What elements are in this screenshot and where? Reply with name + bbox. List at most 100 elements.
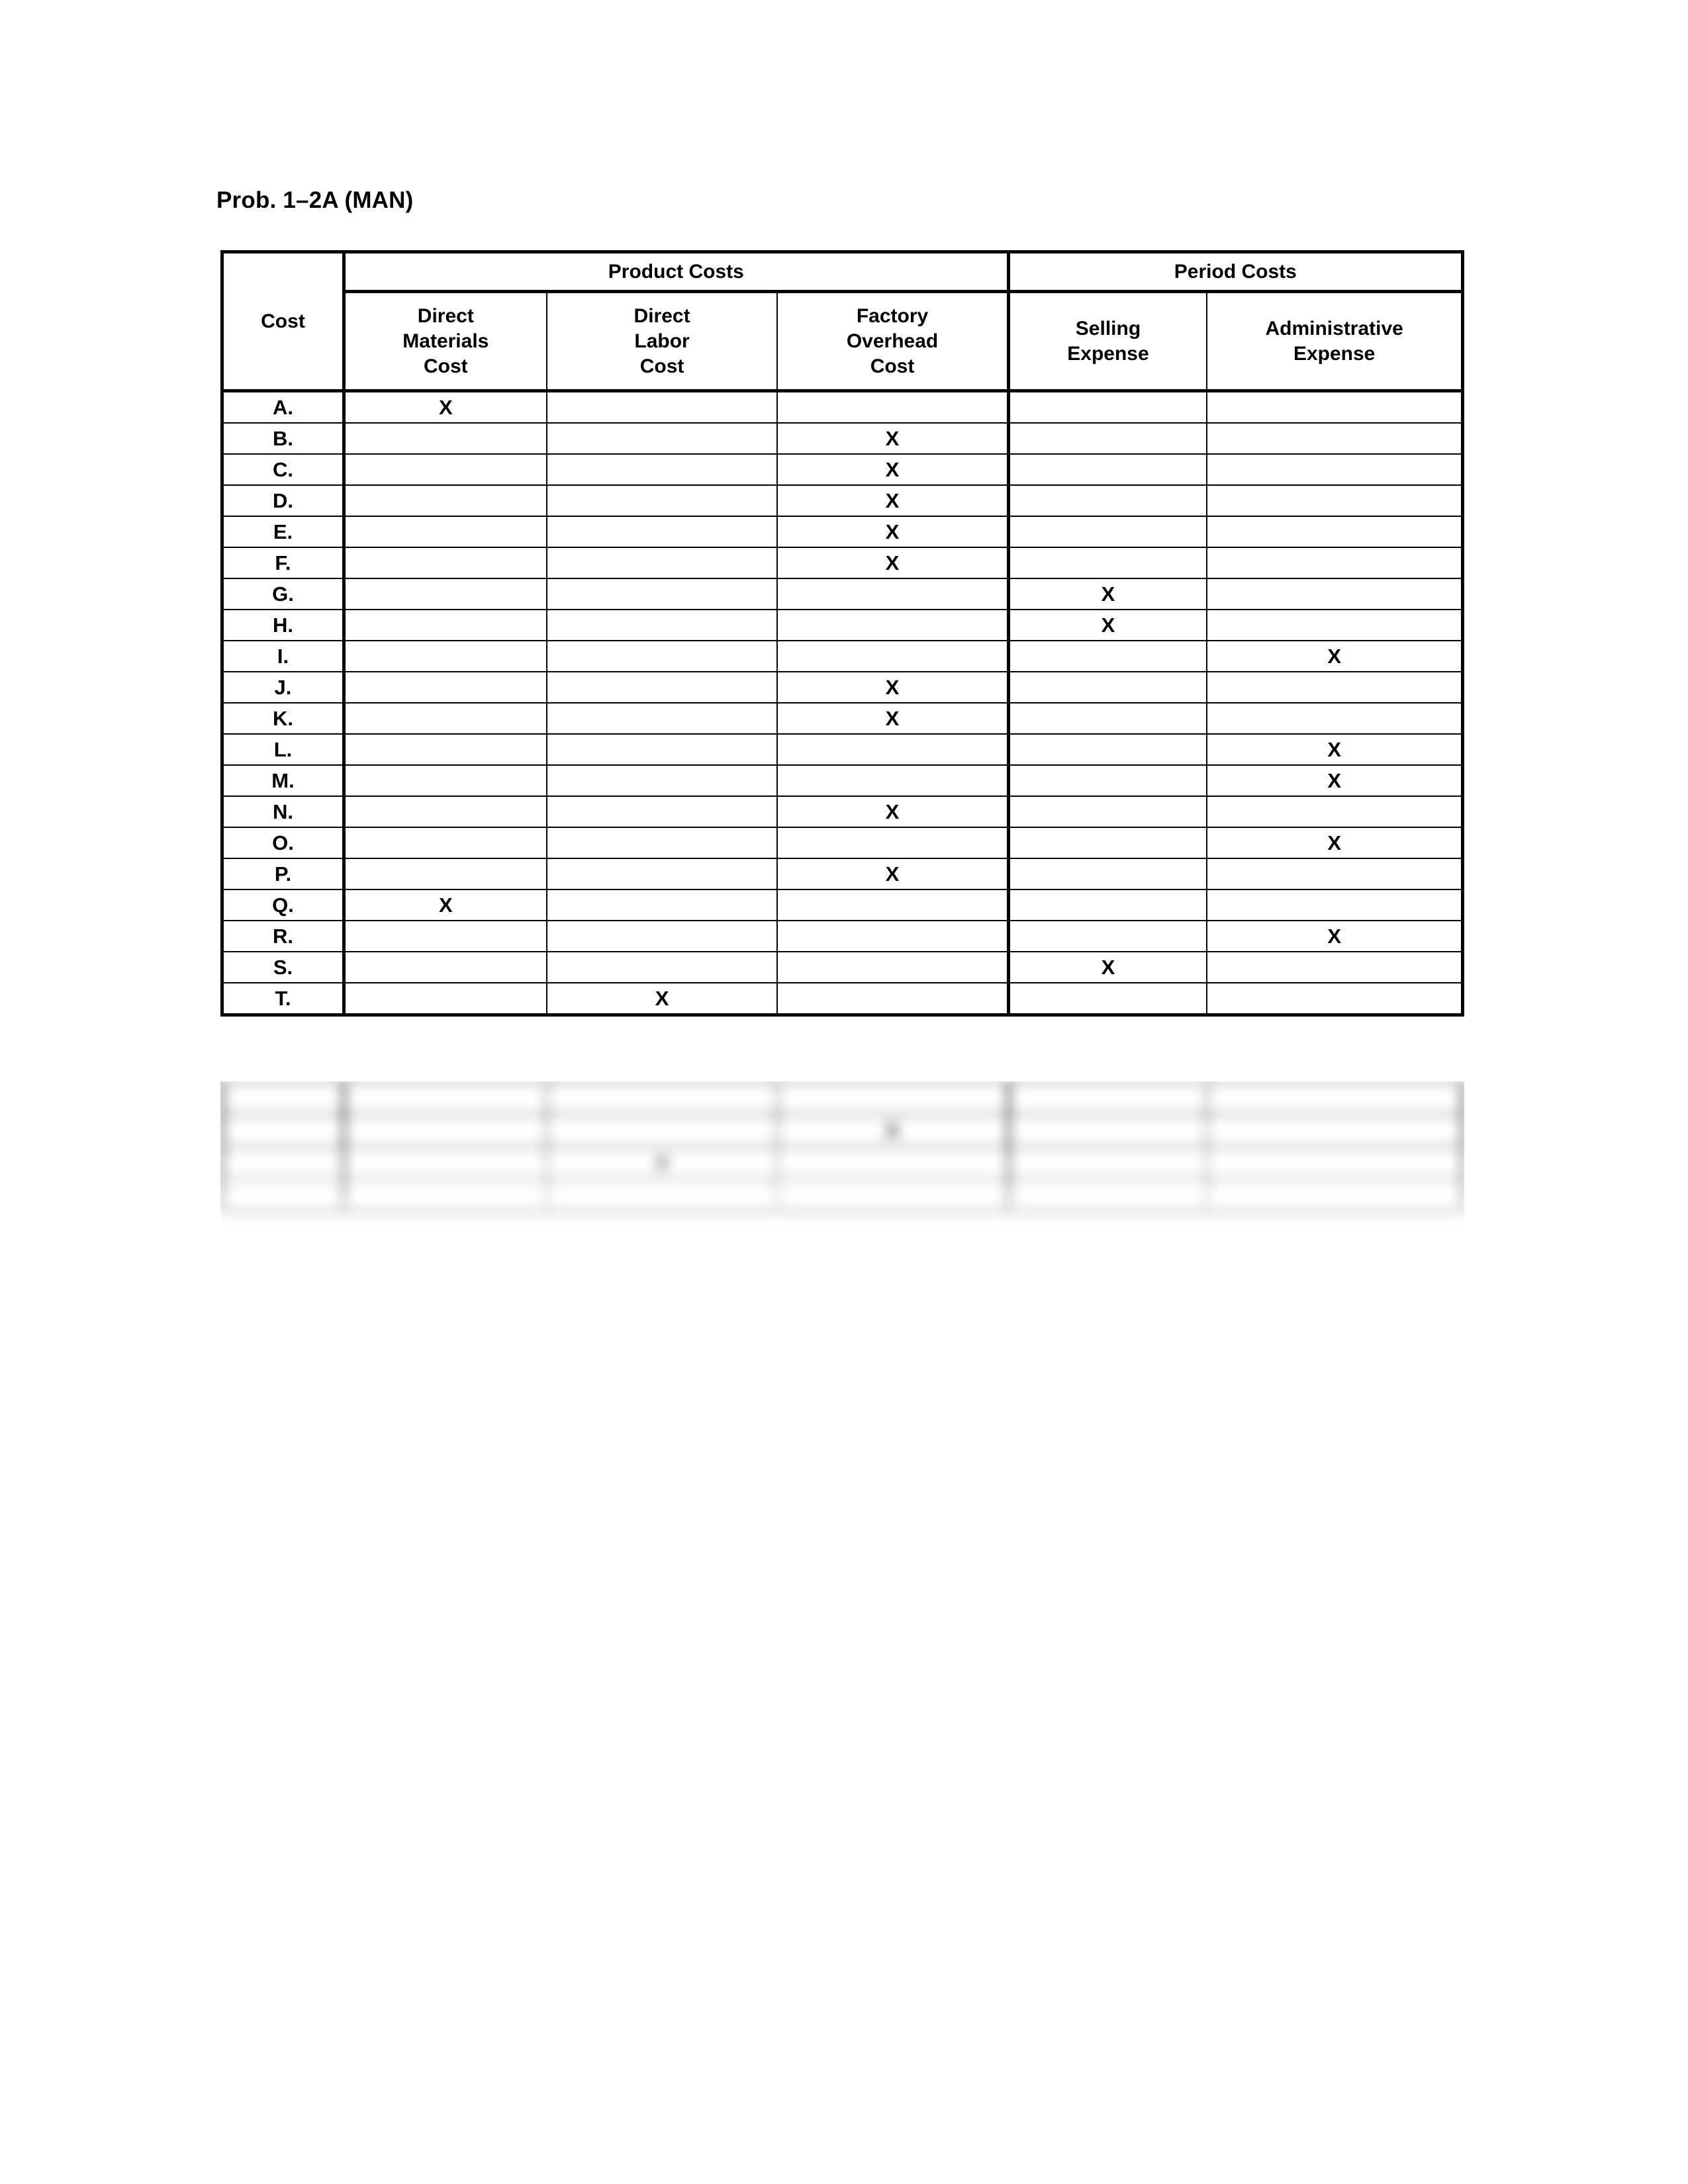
cost-mark-cell[interactable] xyxy=(342,640,547,672)
cost-mark-cell[interactable] xyxy=(1206,671,1465,704)
cost-mark-cell[interactable] xyxy=(1008,827,1208,859)
cost-mark-cell[interactable] xyxy=(1008,390,1208,424)
cost-mark-cell[interactable]: X xyxy=(1206,764,1465,797)
cost-mark-cell[interactable] xyxy=(1008,702,1208,735)
cost-mark-cell[interactable] xyxy=(1206,390,1465,424)
cost-mark-cell[interactable] xyxy=(545,796,778,828)
cost-mark-cell[interactable] xyxy=(1008,982,1208,1017)
cost-mark-cell[interactable] xyxy=(342,671,547,704)
cost-mark-cell[interactable] xyxy=(545,578,778,610)
cost-mark-cell[interactable] xyxy=(1206,484,1465,517)
cost-mark-cell[interactable]: X xyxy=(776,796,1010,828)
cost-mark-cell[interactable] xyxy=(1008,547,1208,579)
cost-mark-cell[interactable] xyxy=(545,609,778,641)
cost-mark-cell[interactable] xyxy=(1008,516,1208,548)
cost-mark-cell[interactable] xyxy=(1008,484,1208,517)
cost-mark-cell[interactable] xyxy=(776,578,1010,610)
cost-mark-cell[interactable] xyxy=(776,609,1010,641)
cost-mark-cell[interactable] xyxy=(776,733,1010,766)
cost-mark-cell[interactable]: X xyxy=(545,982,778,1017)
cost-mark-cell[interactable] xyxy=(776,951,1010,983)
cost-mark-cell[interactable]: X xyxy=(342,889,547,921)
cost-mark-cell[interactable]: X xyxy=(1206,827,1465,859)
cost-mark-cell[interactable] xyxy=(342,422,547,455)
cost-mark-cell[interactable] xyxy=(1206,547,1465,579)
cost-mark-cell[interactable]: X xyxy=(1206,920,1465,952)
cost-mark-cell[interactable] xyxy=(776,390,1010,424)
cost-mark-cell[interactable] xyxy=(776,889,1010,921)
cost-mark-cell[interactable] xyxy=(342,453,547,486)
cost-mark-cell[interactable] xyxy=(545,889,778,921)
cost-mark-cell[interactable] xyxy=(342,982,547,1017)
cost-mark-cell[interactable]: X xyxy=(776,422,1010,455)
cost-mark-cell[interactable] xyxy=(342,858,547,890)
cost-mark-cell[interactable] xyxy=(1206,516,1465,548)
cost-mark-cell[interactable] xyxy=(545,702,778,735)
cost-mark-cell[interactable] xyxy=(545,858,778,890)
cost-mark-cell[interactable] xyxy=(342,920,547,952)
cost-mark-cell[interactable] xyxy=(1206,702,1465,735)
cost-mark-cell[interactable] xyxy=(545,390,778,424)
cost-mark-cell[interactable] xyxy=(1206,889,1465,921)
cost-mark-cell[interactable]: X xyxy=(1008,609,1208,641)
cost-mark-cell[interactable] xyxy=(342,484,547,517)
cost-mark-cell[interactable] xyxy=(342,702,547,735)
cost-mark-cell[interactable] xyxy=(545,640,778,672)
cost-mark-cell[interactable] xyxy=(545,671,778,704)
cost-mark-cell[interactable]: X xyxy=(1008,951,1208,983)
cost-mark-cell[interactable] xyxy=(1008,733,1208,766)
cost-mark-cell[interactable] xyxy=(1206,453,1465,486)
cost-mark-cell[interactable] xyxy=(1206,578,1465,610)
cost-mark-cell[interactable]: X xyxy=(776,484,1010,517)
cost-mark-cell[interactable] xyxy=(1206,951,1465,983)
cost-mark-cell[interactable] xyxy=(342,764,547,797)
cost-mark-cell[interactable]: X xyxy=(776,453,1010,486)
cost-mark-cell[interactable]: X xyxy=(776,547,1010,579)
cost-mark-cell[interactable] xyxy=(1008,796,1208,828)
cost-mark-cell[interactable]: X xyxy=(776,858,1010,890)
cost-mark-cell[interactable]: X xyxy=(776,516,1010,548)
cost-mark-cell[interactable]: X xyxy=(1008,578,1208,610)
cost-mark-cell[interactable] xyxy=(776,920,1010,952)
cost-mark-cell[interactable] xyxy=(1008,764,1208,797)
cost-mark-cell[interactable] xyxy=(342,609,547,641)
cost-mark-cell[interactable] xyxy=(776,827,1010,859)
cost-mark-cell[interactable] xyxy=(1206,858,1465,890)
cost-mark-cell[interactable]: X xyxy=(776,671,1010,704)
cost-mark-cell[interactable] xyxy=(342,516,547,548)
cost-mark-cell[interactable]: X xyxy=(776,702,1010,735)
cost-mark-cell[interactable] xyxy=(1008,422,1208,455)
cost-mark-cell[interactable]: X xyxy=(1206,733,1465,766)
cost-mark-cell[interactable]: X xyxy=(342,390,547,424)
cost-mark-cell[interactable] xyxy=(545,516,778,548)
cost-mark-cell[interactable] xyxy=(342,827,547,859)
cost-mark-cell[interactable] xyxy=(1008,858,1208,890)
cost-mark-cell[interactable] xyxy=(776,764,1010,797)
cost-mark-cell[interactable] xyxy=(776,640,1010,672)
cost-mark-cell[interactable] xyxy=(342,796,547,828)
cost-mark-cell[interactable] xyxy=(545,547,778,579)
cost-mark-cell[interactable] xyxy=(1008,920,1208,952)
cost-mark-cell[interactable] xyxy=(1206,609,1465,641)
cost-mark-cell[interactable]: X xyxy=(1206,640,1465,672)
cost-mark-cell[interactable] xyxy=(1008,889,1208,921)
cost-mark-cell[interactable] xyxy=(1008,453,1208,486)
cost-mark-cell[interactable] xyxy=(342,951,547,983)
cost-mark-cell[interactable] xyxy=(545,733,778,766)
cost-mark-cell[interactable] xyxy=(1206,982,1465,1017)
cost-mark-cell[interactable] xyxy=(342,547,547,579)
cost-mark-cell[interactable] xyxy=(545,827,778,859)
cost-mark-cell[interactable] xyxy=(545,951,778,983)
cost-mark-cell[interactable] xyxy=(1206,796,1465,828)
cost-mark-cell[interactable] xyxy=(545,422,778,455)
cost-mark-cell[interactable] xyxy=(1206,422,1465,455)
cost-mark-cell[interactable] xyxy=(545,920,778,952)
cost-mark-cell[interactable] xyxy=(342,733,547,766)
cost-mark-cell[interactable] xyxy=(776,982,1010,1017)
cost-mark-cell[interactable] xyxy=(545,764,778,797)
cost-mark-cell[interactable] xyxy=(545,453,778,486)
cost-mark-cell[interactable] xyxy=(1008,671,1208,704)
cost-mark-cell[interactable] xyxy=(342,578,547,610)
cost-mark-cell[interactable] xyxy=(1008,640,1208,672)
cost-mark-cell[interactable] xyxy=(545,484,778,517)
